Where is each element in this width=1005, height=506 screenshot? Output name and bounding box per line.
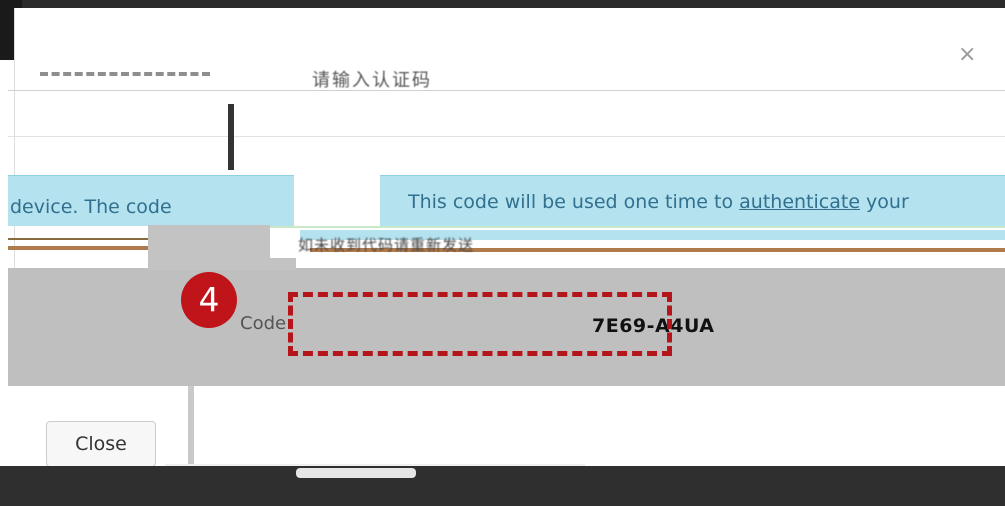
header-divider-secondary xyxy=(8,136,1005,137)
info-text-prefix: This code will be used one time to xyxy=(408,191,740,213)
info-alert-left-text: device. The code xyxy=(10,196,172,218)
info-alert-right-text: This code will be used one time to authe… xyxy=(408,191,909,213)
taskbar xyxy=(0,466,1005,506)
close-icon[interactable]: × xyxy=(958,42,976,67)
top-dark-strip xyxy=(0,0,1005,8)
dialog-subtitle: 请输入认证码 xyxy=(312,70,432,91)
info-alert-gap xyxy=(296,175,380,225)
highlight-box xyxy=(288,292,672,356)
info-text-suffix: your xyxy=(860,191,909,213)
taskbar-active-item[interactable] xyxy=(296,468,416,478)
header-divider xyxy=(8,90,1005,91)
decor-stripe xyxy=(8,238,148,240)
decor-stripe xyxy=(270,226,1005,228)
text-cursor-bar xyxy=(228,104,234,170)
dialog-footer xyxy=(8,386,1005,466)
footer-divider xyxy=(188,386,194,466)
info-text-link: authenticate xyxy=(739,191,861,213)
dialog-title-fragment xyxy=(40,48,210,76)
decor-stripe xyxy=(8,246,148,250)
code-label: Code xyxy=(240,313,287,334)
close-button[interactable]: Close xyxy=(46,421,156,467)
code-panel-notch xyxy=(148,225,270,270)
step-badge: 4 xyxy=(181,272,237,328)
code-panel-notch xyxy=(270,258,296,270)
resend-code-hint: 如未收到代码请重新发送 xyxy=(298,236,475,254)
